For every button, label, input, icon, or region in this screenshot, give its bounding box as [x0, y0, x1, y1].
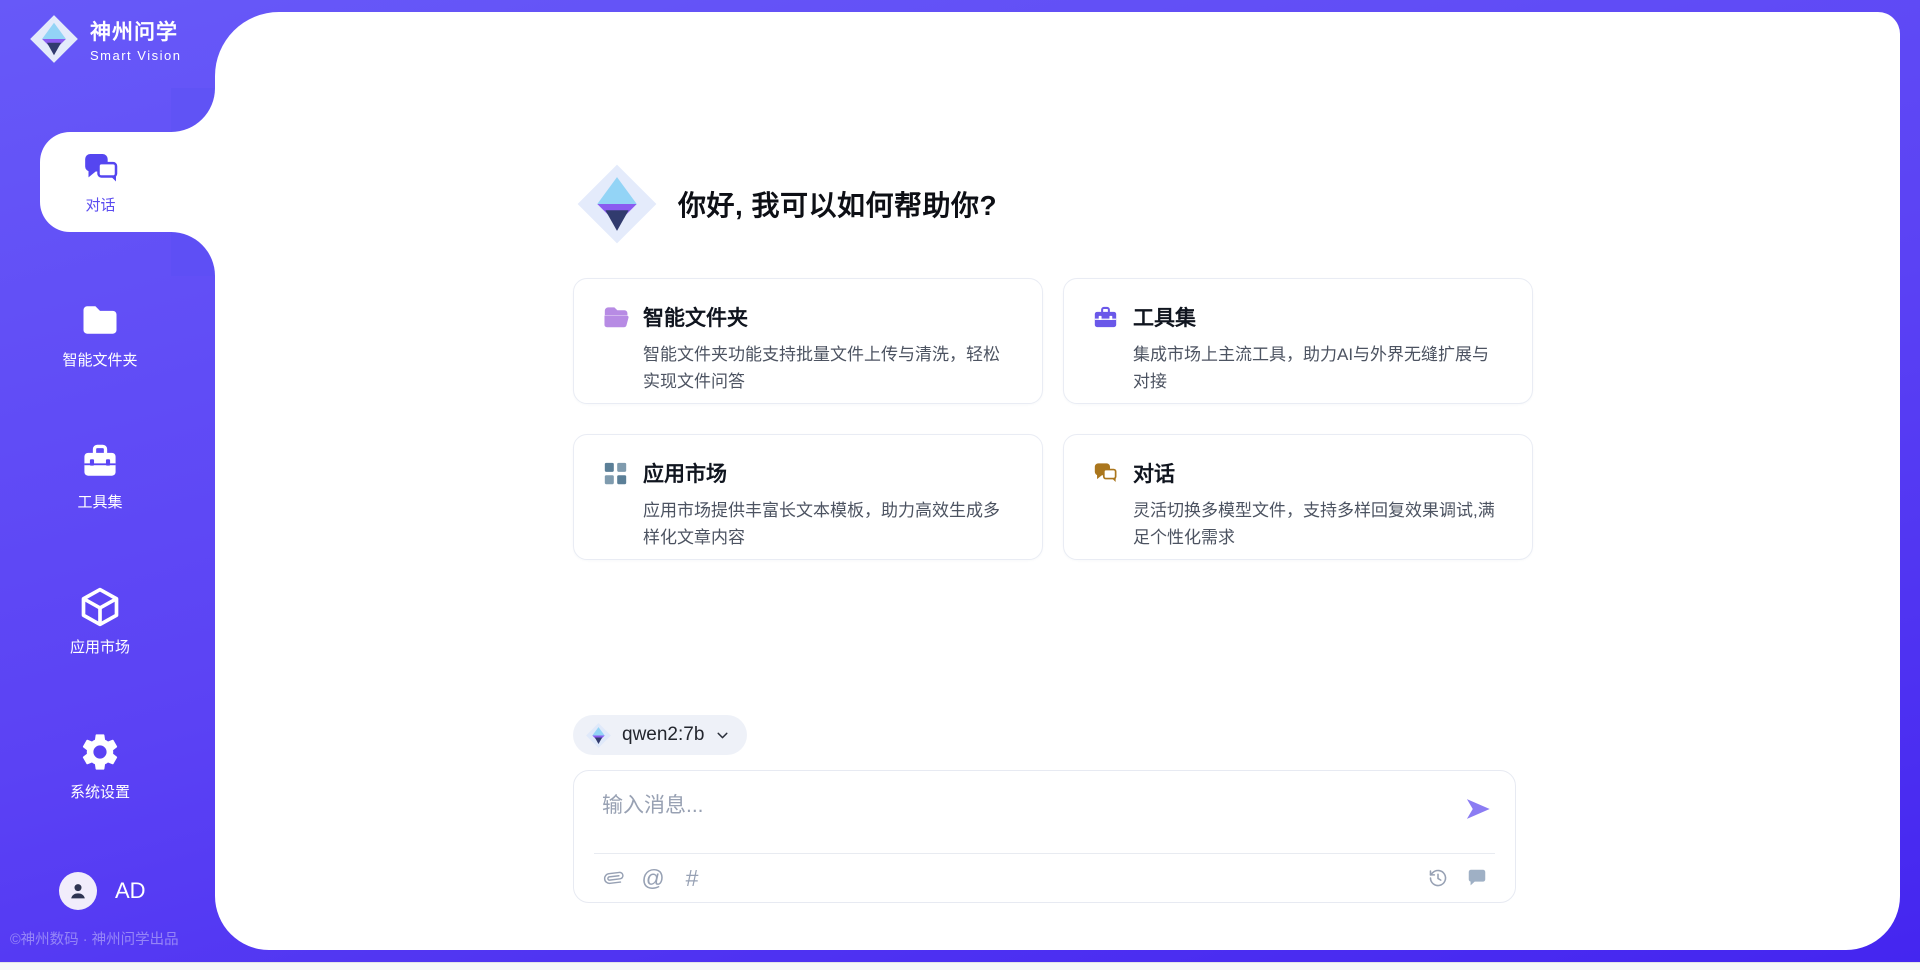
feedback-button[interactable]: [1465, 866, 1489, 890]
card-description: 集成市场上主流工具，助力AI与外界无缝扩展与对接: [1133, 341, 1495, 395]
sidebar-item-app-market[interactable]: 应用市场: [0, 585, 200, 657]
brand-subtitle: Smart Vision: [90, 48, 181, 63]
send-icon: [1464, 795, 1492, 823]
brand: 神州问学 Smart Vision: [28, 13, 181, 65]
active-tab-fillet-bottom: [171, 232, 215, 276]
copyright-footer: ©神州数码 · 神州问学出品: [10, 928, 179, 949]
person-icon: [66, 879, 90, 903]
greeting-title: 你好, 我可以如何帮助你?: [678, 184, 997, 224]
horizontal-scrollbar[interactable]: [0, 962, 1920, 970]
folder-icon: [78, 298, 122, 342]
assistant-logo-icon: [574, 161, 660, 247]
sidebar-item-label: 应用市场: [0, 636, 200, 657]
model-selector[interactable]: qwen2:7b: [573, 715, 747, 755]
sidebar-item-label: 对话: [85, 194, 115, 215]
history-button[interactable]: [1426, 866, 1450, 890]
greeting: 你好, 我可以如何帮助你?: [574, 161, 997, 247]
feature-cards: 智能文件夹 智能文件夹功能支持批量文件上传与清洗，轻松实现文件问答: [573, 278, 1533, 560]
card-description: 智能文件夹功能支持批量文件上传与清洗，轻松实现文件问答: [643, 341, 1005, 395]
sidebar-item-toolset[interactable]: 工具集: [0, 440, 200, 512]
send-button[interactable]: [1463, 795, 1493, 825]
brand-name: 神州问学: [90, 16, 181, 46]
user-initials: AD: [115, 878, 146, 904]
sidebar: 神州问学 Smart Vision 对话 智能文件夹: [0, 0, 215, 970]
avatar: [59, 872, 97, 910]
attachment-button[interactable]: [602, 866, 626, 890]
feature-card-chat[interactable]: 对话 灵活切换多模型文件，支持多样回复效果调试,满足个性化需求: [1063, 434, 1533, 560]
hashtag-button[interactable]: #: [680, 866, 704, 890]
chevron-down-icon: [714, 727, 731, 744]
grid-icon: [602, 460, 629, 487]
chat-icon: [1092, 460, 1119, 487]
user-profile[interactable]: AD: [59, 872, 146, 910]
chat-icon: [81, 149, 121, 189]
folder-icon: [602, 304, 629, 331]
card-title: 对话: [1133, 458, 1175, 488]
sidebar-item-label: 系统设置: [0, 781, 200, 802]
message-input[interactable]: [602, 789, 1422, 847]
card-description: 应用市场提供丰富长文本模板，助力高效生成多样化文章内容: [643, 497, 1005, 551]
feature-card-toolset[interactable]: 工具集 集成市场上主流工具，助力AI与外界无缝扩展与对接: [1063, 278, 1533, 404]
chat-bubble-icon: [1466, 867, 1488, 889]
composer-toolbar: @ #: [594, 853, 1495, 902]
feature-card-smart-folder[interactable]: 智能文件夹 智能文件夹功能支持批量文件上传与清洗，轻松实现文件问答: [573, 278, 1043, 404]
mention-button[interactable]: @: [641, 866, 665, 890]
sidebar-item-chat[interactable]: 对话: [40, 132, 217, 232]
paperclip-icon: [603, 867, 625, 889]
model-logo-icon: [585, 722, 612, 749]
main-panel: 你好, 我可以如何帮助你? 智能文件夹 智能文件夹功能支持批量文件上传与清洗，轻…: [215, 12, 1900, 950]
brand-logo-icon: [28, 13, 80, 65]
feature-card-app-market[interactable]: 应用市场 应用市场提供丰富长文本模板，助力高效生成多样化文章内容: [573, 434, 1043, 560]
toolbox-icon: [1092, 304, 1119, 331]
card-description: 灵活切换多模型文件，支持多样回复效果调试,满足个性化需求: [1133, 497, 1495, 551]
gear-icon: [78, 730, 122, 774]
card-title: 工具集: [1133, 302, 1196, 332]
history-icon: [1427, 867, 1449, 889]
app-root: 神州问学 Smart Vision 对话 智能文件夹: [0, 0, 1920, 970]
card-title: 应用市场: [643, 458, 727, 488]
active-tab-fillet-top: [171, 88, 215, 132]
toolbox-icon: [78, 440, 122, 484]
sidebar-item-smart-folder[interactable]: 智能文件夹: [0, 298, 200, 370]
card-title: 智能文件夹: [643, 302, 748, 332]
cube-icon: [78, 585, 122, 629]
sidebar-item-label: 工具集: [0, 491, 200, 512]
model-name: qwen2:7b: [622, 724, 704, 746]
sidebar-item-settings[interactable]: 系统设置: [0, 730, 200, 802]
composer: @ #: [573, 770, 1516, 903]
sidebar-item-label: 智能文件夹: [0, 349, 200, 370]
